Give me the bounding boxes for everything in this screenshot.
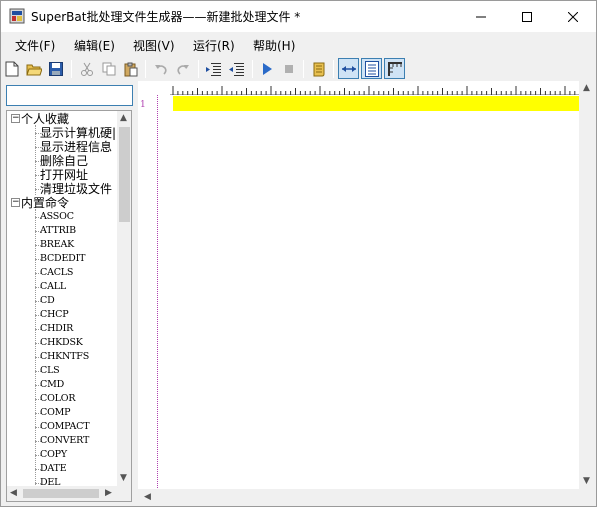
word-wrap-icon[interactable] <box>338 58 359 79</box>
editor-horizontal-scrollbar[interactable]: ◀ <box>138 489 596 506</box>
scroll-up-icon[interactable]: ▲ <box>120 113 127 123</box>
tree-item-command[interactable]: COLOR <box>40 392 76 406</box>
scroll-right-icon[interactable]: ▶ <box>105 488 112 498</box>
editor-vertical-scrollbar[interactable]: ▲ ▼ <box>579 81 596 489</box>
copy-icon[interactable] <box>100 60 118 78</box>
tree-item-command[interactable]: COMP <box>40 406 71 420</box>
menu-bar: 文件(F) 编辑(E) 视图(V) 运行(R) 帮助(H) <box>1 33 596 55</box>
open-folder-icon[interactable] <box>25 60 43 78</box>
app-icon <box>9 8 25 24</box>
run-icon[interactable] <box>258 60 276 78</box>
gutter-divider <box>157 95 158 490</box>
command-tree: − 个人收藏 显示计算机硬| 显示进程信息 删除自己 打开网址 清理垃圾文件 −… <box>6 110 132 502</box>
tree-content: − 个人收藏 显示计算机硬| 显示进程信息 删除自己 打开网址 清理垃圾文件 −… <box>7 111 117 486</box>
tree-item-favorite[interactable]: 打开网址 <box>40 168 88 182</box>
scroll-down-icon[interactable]: ▼ <box>583 476 590 486</box>
tree-vertical-scrollbar[interactable]: ▲ ▼ <box>117 111 131 486</box>
title-bar[interactable]: SuperBat批处理文件生成器——新建批处理文件 * <box>1 1 596 32</box>
scroll-corner <box>117 486 131 501</box>
toolbar-separator <box>71 60 72 78</box>
redo-icon[interactable] <box>174 60 192 78</box>
tree-item-command[interactable]: ASSOC <box>40 210 74 224</box>
menu-run[interactable]: 运行(R) <box>193 37 235 54</box>
close-button[interactable] <box>550 1 596 32</box>
tree-connector <box>35 209 36 486</box>
tree-item-command[interactable]: CLS <box>40 364 60 378</box>
ruler-toggle-icon[interactable] <box>384 58 405 79</box>
code-editor[interactable]: 1 ▲ ▼ ◀ <box>138 81 596 506</box>
tree-item-command[interactable]: COMPACT <box>40 420 90 434</box>
save-icon[interactable] <box>47 60 65 78</box>
collapse-icon[interactable]: − <box>11 114 20 123</box>
tree-item-command[interactable]: CACLS <box>40 266 73 280</box>
toolbar-separator <box>333 60 334 78</box>
menu-file[interactable]: 文件(F) <box>15 37 55 54</box>
menu-help[interactable]: 帮助(H) <box>253 37 295 54</box>
line-number: 1 <box>140 100 146 110</box>
scroll-left-icon[interactable]: ◀ <box>10 488 17 498</box>
menu-edit[interactable]: 编辑(E) <box>74 37 115 54</box>
script-icon[interactable] <box>310 60 328 78</box>
paste-icon[interactable] <box>122 60 140 78</box>
new-file-icon[interactable] <box>3 60 21 78</box>
scroll-down-icon[interactable]: ▼ <box>120 473 127 483</box>
command-search-input[interactable] <box>6 85 133 106</box>
toolbar-separator <box>252 60 253 78</box>
menu-view[interactable]: 视图(V) <box>133 37 175 54</box>
tree-item-command[interactable]: CHKDSK <box>40 336 83 350</box>
tree-item-command[interactable]: ATTRIB <box>40 224 76 238</box>
current-line-highlight[interactable] <box>173 96 579 111</box>
scroll-thumb[interactable] <box>119 127 130 222</box>
tree-item-command[interactable]: CHKNTFS <box>40 350 89 364</box>
tree-item-command[interactable]: CD <box>40 294 55 308</box>
tree-item-favorite[interactable]: 清理垃圾文件 <box>40 182 112 196</box>
toolbar <box>1 57 596 81</box>
line-list-icon[interactable] <box>361 58 382 79</box>
minimize-button[interactable] <box>458 1 504 32</box>
outdent-icon[interactable] <box>228 60 246 78</box>
column-ruler <box>170 81 594 95</box>
scroll-up-icon[interactable]: ▲ <box>583 83 590 93</box>
tree-item-command[interactable]: DEL <box>40 476 60 486</box>
cut-icon[interactable] <box>78 60 96 78</box>
app-window: SuperBat批处理文件生成器——新建批处理文件 * 文件(F) 编辑(E) … <box>0 0 597 507</box>
undo-icon[interactable] <box>152 60 170 78</box>
tree-item-favorite[interactable]: 显示进程信息 <box>40 140 112 154</box>
toolbar-separator <box>145 60 146 78</box>
tree-item-favorite[interactable]: 删除自己 <box>40 154 88 168</box>
indent-icon[interactable] <box>205 60 223 78</box>
toolbar-separator <box>198 60 199 78</box>
tree-item-command[interactable]: BREAK <box>40 238 74 252</box>
scroll-left-icon[interactable]: ◀ <box>144 492 151 502</box>
maximize-button[interactable] <box>504 1 550 32</box>
tree-item-command[interactable]: BCDEDIT <box>40 252 85 266</box>
tree-item-command[interactable]: CALL <box>40 280 66 294</box>
tree-group-label: 内置命令 <box>21 196 70 210</box>
tree-item-command[interactable]: DATE <box>40 462 67 476</box>
tree-item-command[interactable]: COPY <box>40 448 67 462</box>
collapse-icon[interactable]: − <box>11 198 20 207</box>
tree-item-command[interactable]: CMD <box>40 378 64 392</box>
tree-item-command[interactable]: CHCP <box>40 308 69 322</box>
tree-connector <box>35 125 36 195</box>
tree-item-command[interactable]: CONVERT <box>40 434 89 448</box>
tree-group-label: 个人收藏 <box>21 112 70 126</box>
tree-item-command[interactable]: CHDIR <box>40 322 73 336</box>
tree-horizontal-scrollbar[interactable]: ◀ ▶ <box>7 486 117 501</box>
stop-icon[interactable] <box>280 60 298 78</box>
toolbar-separator <box>303 60 304 78</box>
window-title: SuperBat批处理文件生成器——新建批处理文件 * <box>31 10 301 24</box>
scroll-thumb[interactable] <box>23 489 99 498</box>
tree-item-favorite[interactable]: 显示计算机硬| <box>40 126 116 140</box>
